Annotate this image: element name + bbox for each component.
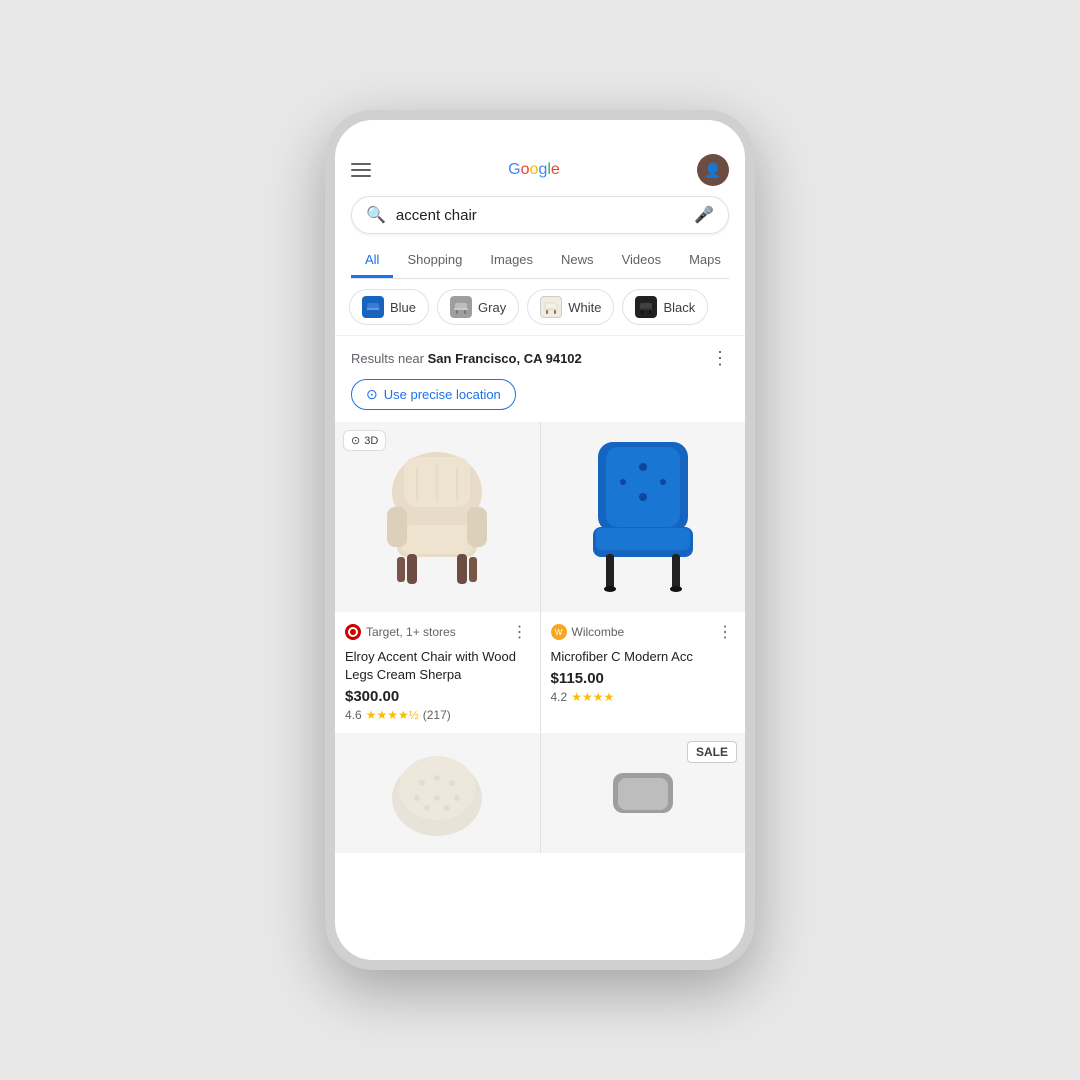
3d-label: 3D xyxy=(364,435,378,447)
store-label-1: Target, 1+ stores xyxy=(366,625,456,639)
partial-img-right: SALE xyxy=(541,733,746,853)
products-grid: ⊙ 3D xyxy=(335,422,745,732)
rating-row-1: 4.6 ★★★★½ (217) xyxy=(345,708,530,722)
product-info-2: W Wilcombe ⋮ Microfiber C Modern Acc $11… xyxy=(541,612,746,714)
filter-chips: Blue Gray xyxy=(335,279,745,336)
store-label-2: Wilcombe xyxy=(572,625,625,639)
logo-o1: o xyxy=(521,161,530,178)
target-logo xyxy=(345,624,361,640)
search-icon: 🔍 xyxy=(366,205,386,225)
product-title-2: Microfiber C Modern Acc xyxy=(551,648,736,666)
partial-chair-image xyxy=(382,743,492,843)
store-row-1: Target, 1+ stores ⋮ xyxy=(345,620,530,644)
product-price-1: $300.00 xyxy=(345,688,530,705)
top-bar: Google 👤 xyxy=(351,154,729,186)
tab-images[interactable]: Images xyxy=(476,244,547,278)
product-info-1: Target, 1+ stores ⋮ Elroy Accent Chair w… xyxy=(335,612,540,732)
phone-frame: Google 👤 🔍 accent chair 🎤 All Shopping I… xyxy=(325,110,755,970)
filter-chip-black[interactable]: Black xyxy=(622,289,708,325)
tab-videos[interactable]: Videos xyxy=(608,244,676,278)
filter-black-label: Black xyxy=(663,300,695,315)
sale-badge: SALE xyxy=(687,741,737,763)
card-more-icon-1[interactable]: ⋮ xyxy=(510,620,530,644)
white-chair-icon xyxy=(540,296,562,318)
partial-img-left xyxy=(335,733,540,853)
store-name-2: W Wilcombe xyxy=(551,624,625,640)
filter-chip-blue[interactable]: Blue xyxy=(349,289,429,325)
tab-all[interactable]: All xyxy=(351,244,393,278)
precise-location-button[interactable]: ⊙ Use precise location xyxy=(351,379,516,410)
logo-g: G xyxy=(508,161,520,178)
gray-chair-icon xyxy=(450,296,472,318)
search-tabs: All Shopping Images News Videos Maps xyxy=(351,244,729,279)
avatar[interactable]: 👤 xyxy=(697,154,729,186)
location-place: San Francisco, CA 94102 xyxy=(428,351,582,366)
location-text: Results near San Francisco, CA 94102 xyxy=(351,351,582,366)
content-area: Blue Gray xyxy=(335,279,745,960)
rating-row-2: 4.2 ★★★★ xyxy=(551,690,736,704)
store-row-2: W Wilcombe ⋮ xyxy=(551,620,736,644)
reviews-1: (217) xyxy=(423,708,451,722)
location-bar: Results near San Francisco, CA 94102 ⋮ xyxy=(335,336,745,375)
google-logo: Google xyxy=(508,161,560,179)
precise-location-label: Use precise location xyxy=(384,387,501,402)
partial-card-right[interactable]: SALE xyxy=(541,733,746,853)
partial-products-row: SALE xyxy=(335,733,745,853)
google-header: Google 👤 🔍 accent chair 🎤 All Shopping I… xyxy=(335,148,745,279)
product-image-1: ⊙ 3D xyxy=(335,422,540,612)
blue-chair-icon xyxy=(362,296,384,318)
status-bar xyxy=(335,120,745,148)
product-title-1: Elroy Accent Chair with Wood Legs Cream … xyxy=(345,648,530,684)
tab-news[interactable]: News xyxy=(547,244,608,278)
black-chair-icon xyxy=(635,296,657,318)
badge-3d: ⊙ 3D xyxy=(343,430,386,451)
filter-chip-gray[interactable]: Gray xyxy=(437,289,519,325)
filter-chip-white[interactable]: White xyxy=(527,289,614,325)
product-price-2: $115.00 xyxy=(551,670,736,687)
partial-card-left[interactable] xyxy=(335,733,540,853)
phone-screen: Google 👤 🔍 accent chair 🎤 All Shopping I… xyxy=(335,120,745,960)
mic-icon[interactable]: 🎤 xyxy=(694,205,714,225)
stars-2: ★★★★ xyxy=(571,690,614,704)
filter-white-label: White xyxy=(568,300,601,315)
stars-1: ★★★★½ xyxy=(366,708,419,722)
product-image-2 xyxy=(541,422,746,612)
tab-maps[interactable]: Maps xyxy=(675,244,729,278)
logo-g2: g xyxy=(538,161,547,178)
3d-icon: ⊙ xyxy=(351,434,360,447)
chair-image-1 xyxy=(362,432,512,602)
product-card-2[interactable]: W Wilcombe ⋮ Microfiber C Modern Acc $11… xyxy=(541,422,746,732)
chair-image-2 xyxy=(578,432,708,602)
partial-chair-image-2 xyxy=(603,753,683,833)
search-query: accent chair xyxy=(396,207,694,224)
rating-value-1: 4.6 xyxy=(345,708,362,722)
logo-e: e xyxy=(551,161,560,178)
menu-icon[interactable] xyxy=(351,163,371,177)
precise-location-container: ⊙ Use precise location xyxy=(351,379,729,410)
filter-gray-label: Gray xyxy=(478,300,506,315)
wilcombe-logo: W xyxy=(551,624,567,640)
rating-value-2: 4.2 xyxy=(551,690,568,704)
filter-blue-label: Blue xyxy=(390,300,416,315)
more-options-icon[interactable]: ⋮ xyxy=(711,348,729,369)
search-bar[interactable]: 🔍 accent chair 🎤 xyxy=(351,196,729,234)
store-name-1: Target, 1+ stores xyxy=(345,624,456,640)
location-prefix: Results near xyxy=(351,351,424,366)
location-target-icon: ⊙ xyxy=(366,386,378,403)
tab-shopping[interactable]: Shopping xyxy=(393,244,476,278)
product-card-1[interactable]: ⊙ 3D xyxy=(335,422,540,732)
card-more-icon-2[interactable]: ⋮ xyxy=(715,620,735,644)
